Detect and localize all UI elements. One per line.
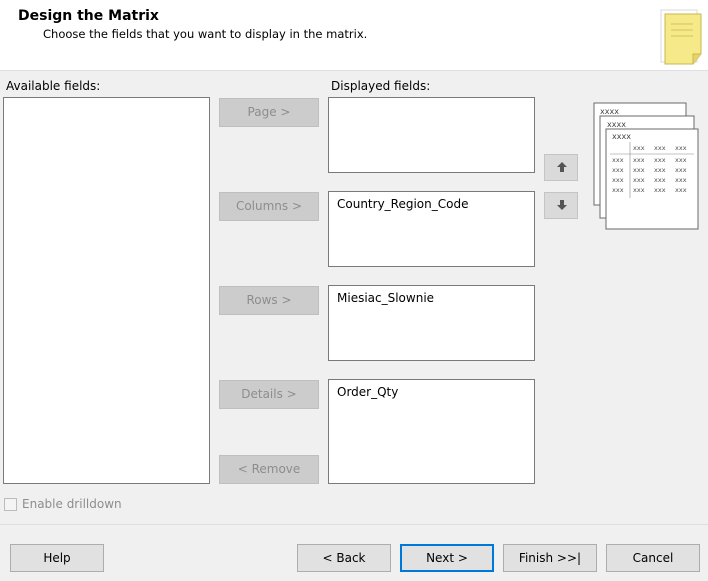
page-title: Design the Matrix bbox=[18, 8, 159, 24]
preview-cell-text: xxx bbox=[675, 176, 687, 184]
preview-cell-text: xxx bbox=[654, 186, 666, 194]
move-up-button[interactable] bbox=[544, 154, 578, 181]
finish-button[interactable]: Finish >>| bbox=[503, 544, 597, 572]
enable-drilldown-label: Enable drilldown bbox=[22, 497, 122, 511]
cancel-button[interactable]: Cancel bbox=[606, 544, 700, 572]
matrix-preview-image: xxxx xxxx xxxx xxx xxx xxx xxx xxx xxx xxx xxx x… bbox=[590, 100, 702, 230]
enable-drilldown-checkbox[interactable] bbox=[4, 498, 17, 511]
rows-fields-list[interactable]: Miesiac_Slownie bbox=[328, 285, 535, 361]
preview-cell-text: xxx bbox=[675, 166, 687, 174]
preview-cell-text: xxx bbox=[612, 186, 624, 194]
preview-cell-text: xxx bbox=[654, 144, 666, 152]
details-fields-list[interactable]: Order_Qty bbox=[328, 379, 535, 484]
preview-cell-text: xxx bbox=[612, 156, 624, 164]
preview-cell-text: xxx bbox=[654, 156, 666, 164]
preview-cell-text: xxx bbox=[633, 156, 645, 164]
wizard-page-icon bbox=[659, 6, 708, 68]
preview-cell-text: xxx bbox=[612, 166, 624, 174]
preview-header-text: xxxx bbox=[612, 132, 631, 141]
preview-cell-text: xxx bbox=[612, 176, 624, 184]
preview-header-text: xxxx bbox=[600, 107, 619, 116]
columns-move-button[interactable]: Columns > bbox=[219, 192, 319, 221]
footer-divider bbox=[0, 524, 708, 525]
columns-fields-list[interactable]: Country_Region_Code bbox=[328, 191, 535, 267]
page-fields-list[interactable] bbox=[328, 97, 535, 173]
preview-cell-text: xxx bbox=[633, 186, 645, 194]
preview-cell-text: xxx bbox=[675, 156, 687, 164]
list-item[interactable]: Country_Region_Code bbox=[337, 197, 468, 211]
page-subtitle: Choose the fields that you want to displ… bbox=[43, 27, 368, 41]
rows-move-button[interactable]: Rows > bbox=[219, 286, 319, 315]
list-item[interactable]: Order_Qty bbox=[337, 385, 398, 399]
displayed-fields-label: Displayed fields: bbox=[331, 79, 431, 93]
next-button[interactable]: Next > bbox=[400, 544, 494, 572]
preview-cell-text: xxx bbox=[654, 166, 666, 174]
move-down-button[interactable] bbox=[544, 192, 578, 219]
remove-button[interactable]: < Remove bbox=[219, 455, 319, 484]
available-fields-list[interactable] bbox=[3, 97, 210, 484]
preview-cell-text: xxx bbox=[675, 144, 687, 152]
page-move-button[interactable]: Page > bbox=[219, 98, 319, 127]
list-item[interactable]: Miesiac_Slownie bbox=[337, 291, 434, 305]
preview-cell-text: xxx bbox=[633, 166, 645, 174]
back-button[interactable]: < Back bbox=[297, 544, 391, 572]
help-button[interactable]: Help bbox=[10, 544, 104, 572]
available-fields-label: Available fields: bbox=[6, 79, 101, 93]
preview-cell-text: xxx bbox=[654, 176, 666, 184]
preview-cell-text: xxx bbox=[633, 144, 645, 152]
arrow-up-icon bbox=[557, 162, 567, 172]
preview-cell-text: xxx bbox=[633, 176, 645, 184]
arrow-down-icon bbox=[557, 200, 567, 210]
preview-header-text: xxxx bbox=[607, 120, 626, 129]
details-move-button[interactable]: Details > bbox=[219, 380, 319, 409]
preview-cell-text: xxx bbox=[675, 186, 687, 194]
